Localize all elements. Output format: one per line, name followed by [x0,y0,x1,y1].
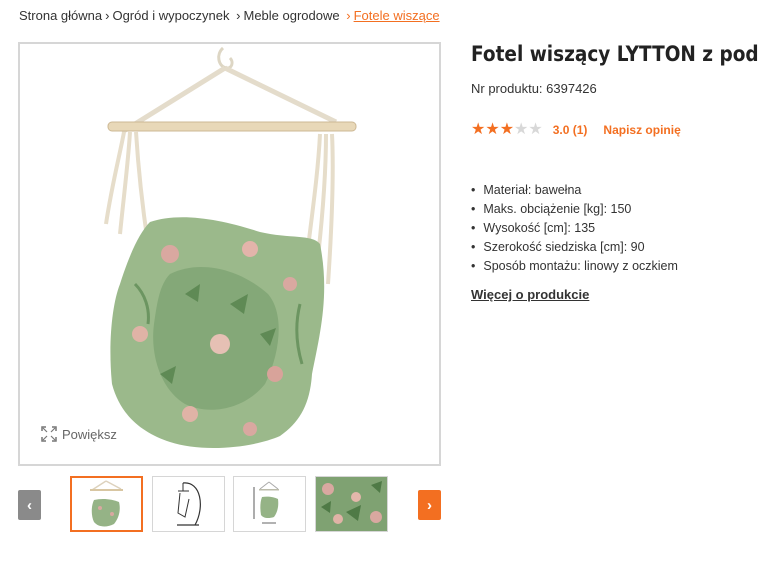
rating-value[interactable]: 3.0 (1) [553,123,588,137]
breadcrumb-separator: › [105,8,110,23]
breadcrumb-hanging-chairs[interactable]: Fotele wiszące [354,8,440,23]
spec-item: Szerokość siedziska [cm]: 90 [471,238,678,257]
thumbnail-carousel: ‹ › [18,476,441,532]
rating-stars: ★ ★ ★ ★ ★ [471,122,543,138]
fabric-pattern-thumbnail [316,477,387,531]
breadcrumb-separator: › [346,8,351,23]
hanging-chair-thumbnail [90,480,123,527]
breadcrumb: Strona główna › Ogród i wypoczynek › Meble … [19,8,440,23]
spec-item: Sposób montażu: linowy z oczkiem [471,257,678,276]
main-product-image[interactable]: Powiększ [18,42,441,466]
zoom-label: Powiększ [62,426,117,442]
thumbnail-1[interactable] [70,476,143,532]
expand-icon [41,426,57,442]
dimensions-thumbnail [253,481,279,524]
thumbnail-3[interactable] [233,476,306,532]
breadcrumb-garden[interactable]: Ogród i wypoczynek [112,8,229,23]
chevron-right-icon: › [427,496,432,514]
spec-item: Maks. obciążenie [kg]: 150 [471,200,678,219]
product-title: Fotel wiszący LYTTON z poduszką [471,42,760,66]
chair-with-stand-thumbnail [177,482,201,526]
star-empty-icon: ★ [514,121,529,138]
product-specs: Materiał: bawełna Maks. obciążenie [kg]:… [471,181,678,276]
product-number: Nr produktu: 6397426 [471,81,597,96]
star-icon: ★ [471,121,486,138]
breadcrumb-separator: › [236,8,241,23]
hanging-chair-image [104,46,357,448]
write-review-link[interactable]: Napisz opinię [603,123,680,137]
breadcrumb-home[interactable]: Strona główna [19,8,102,23]
spec-item: Wysokość [cm]: 135 [471,219,678,238]
star-icon: ★ [499,121,515,138]
more-about-product-link[interactable]: Więcej o produkcie [471,287,589,302]
carousel-next-button[interactable]: › [418,490,441,520]
chevron-left-icon: ‹ [27,496,32,514]
product-rating: ★ ★ ★ ★ ★ 3.0 (1) Napisz opinię [471,122,681,138]
spec-item: Materiał: bawełna [471,181,678,200]
thumbnail-4[interactable] [315,476,388,532]
breadcrumb-garden-furniture[interactable]: Meble ogrodowe [244,8,340,23]
thumbnail-2[interactable] [152,476,225,532]
product-info: Fotel wiszący LYTTON z poduszką Nr produ… [471,0,760,570]
zoom-button[interactable]: Powiększ [41,426,117,442]
star-empty-icon: ★ [528,121,543,138]
star-icon: ★ [485,121,500,138]
carousel-prev-button[interactable]: ‹ [18,490,41,520]
